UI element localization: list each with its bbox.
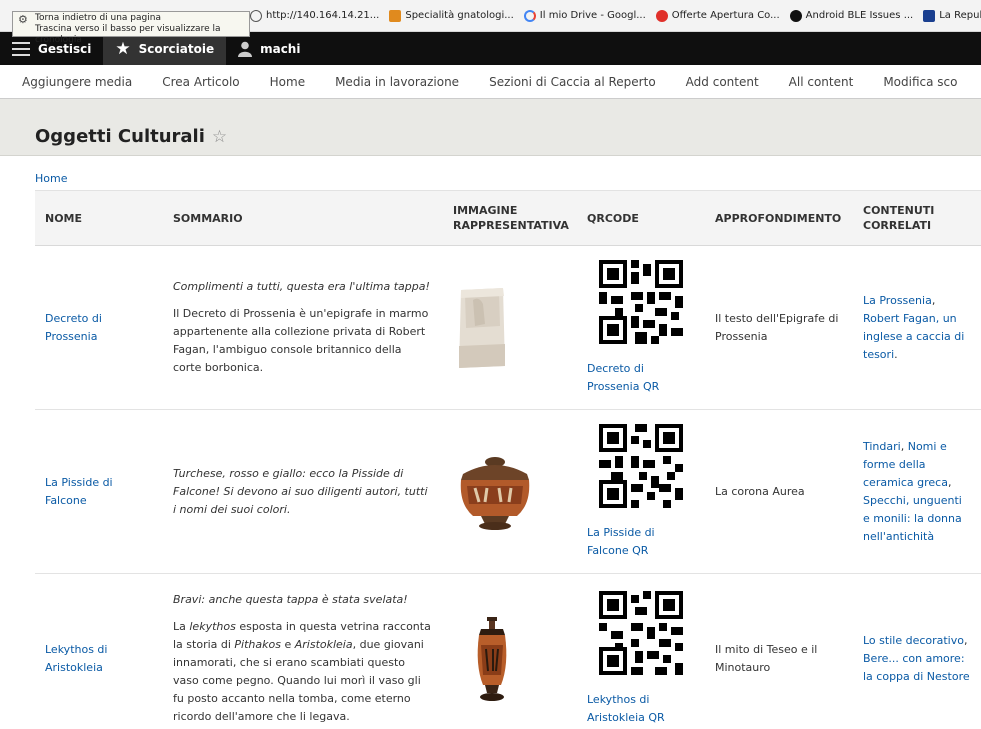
- related-link[interactable]: Lo stile decorativo: [863, 634, 964, 647]
- related-separator: ,: [963, 633, 968, 647]
- page-title-wrap: Oggetti Culturali ☆: [35, 126, 227, 147]
- summary-body: Il Decreto di Prossenia è un'epigrafe in…: [173, 307, 429, 374]
- summary-emphasis: lekythos: [189, 620, 236, 633]
- header-related[interactable]: CONTENUTI CORRELATI: [853, 191, 981, 246]
- details-text: La corona Aurea: [705, 409, 853, 574]
- offer-icon: [655, 9, 668, 22]
- summary-lead: Turchese, rosso e giallo: ecco la Pissid…: [173, 466, 428, 516]
- related-link[interactable]: Specchi, unguenti e monili: la donna nel…: [863, 494, 962, 543]
- shortcut-edit-shortcuts[interactable]: Modifica sco: [868, 75, 972, 89]
- related-cell: Tindari, Nomi e forme della ceramica gre…: [853, 409, 981, 574]
- user-label: machi: [260, 41, 301, 56]
- row-title-link[interactable]: La Pisside di Falcone: [45, 476, 113, 507]
- qr-code-image[interactable]: [599, 423, 683, 508]
- google-icon: [523, 9, 536, 22]
- related-link[interactable]: Tindari: [863, 440, 901, 453]
- bookmark-label: La Repubblica.it - N...: [939, 10, 981, 21]
- page-title: Oggetti Culturali: [35, 126, 205, 147]
- bookmark-label: Offerte Apertura Co...: [671, 10, 780, 21]
- header-related-line2: CORRELATI: [863, 219, 932, 232]
- shortcut-create-article[interactable]: Crea Articolo: [147, 75, 254, 89]
- header-qrcode[interactable]: QRCODE: [577, 191, 705, 246]
- header-name[interactable]: NOME: [35, 191, 163, 246]
- lekythos-thumbnail[interactable]: [467, 615, 517, 703]
- shortcut-all-content[interactable]: All content: [774, 75, 869, 89]
- bookmark-6[interactable]: La Repubblica.it - N...: [923, 9, 981, 22]
- header-details[interactable]: APPROFONDIMENTO: [705, 191, 853, 246]
- shortcut-add-media[interactable]: Aggiungere media: [0, 75, 147, 89]
- header-image[interactable]: IMMAGINE RAPPRESENTATIVA: [443, 191, 577, 246]
- row-title-link[interactable]: Decreto di Prossenia: [45, 312, 102, 343]
- header-summary[interactable]: SOMMARIO: [163, 191, 443, 246]
- bookmark-label: Il mio Drive - Googl...: [539, 10, 646, 21]
- breadcrumb-home[interactable]: Home: [35, 172, 67, 185]
- content-table: NOME SOMMARIO IMMAGINE RAPPRESENTATIVA QR…: [35, 190, 981, 729]
- summary-lead: Complimenti a tutti, questa era l'ultima…: [173, 280, 430, 293]
- qr-link[interactable]: Decreto di Prossenia QR: [587, 360, 695, 396]
- pyxis-thumbnail[interactable]: [455, 452, 535, 532]
- bookmark-1[interactable]: http://140.164.14.21...: [250, 9, 380, 22]
- bookmark-label: Android BLE Issues ...: [805, 10, 914, 21]
- gear-icon: ⚙: [18, 13, 28, 26]
- repubblica-icon: [923, 9, 936, 22]
- summary-emphasis: Pithakos: [234, 638, 281, 651]
- shortcut-hunt-sections[interactable]: Sezioni di Caccia al Reperto: [474, 75, 671, 89]
- tooltip-line-1: Torna indietro di una pagina: [35, 13, 161, 23]
- header-image-line1: IMMAGINE: [453, 204, 518, 217]
- related-separator: ,: [947, 475, 952, 489]
- related-separator: ,: [931, 293, 936, 307]
- github-icon: [789, 9, 802, 22]
- mp-icon: [389, 9, 402, 22]
- related-separator: ,: [900, 439, 908, 453]
- bookmark-3[interactable]: Il mio Drive - Googl...: [523, 9, 646, 22]
- shortcut-media-in-progress[interactable]: Media in lavorazione: [320, 75, 474, 89]
- summary-text: La: [173, 620, 190, 633]
- shortcut-add-content[interactable]: Add content: [671, 75, 774, 89]
- bookmark-label: http://140.164.14.21...: [266, 10, 380, 21]
- related-cell: Lo stile decorativo, Bere... con amore: …: [853, 573, 981, 729]
- summary-body: La lekythos esposta in questa vetrina ra…: [173, 618, 433, 726]
- back-tooltip: ⚙ Torna indietro di una pagina Trascina …: [12, 11, 250, 45]
- summary-text: e: [280, 638, 295, 651]
- qr-code-image[interactable]: [599, 590, 683, 675]
- summary-lead: Bravi: anche questa tappa è stata svelat…: [173, 593, 408, 606]
- table-row: Decreto di Prossenia Complimenti a tutti…: [35, 245, 981, 410]
- tooltip-line-2: Trascina verso il basso per visualizzare…: [35, 24, 221, 45]
- shortcut-home[interactable]: Home: [255, 75, 320, 89]
- shortcuts-tray: Aggiungere media Crea Articolo Home Medi…: [0, 65, 981, 99]
- favorite-star-icon[interactable]: ☆: [212, 127, 227, 147]
- related-link[interactable]: Bere... con amore: la coppa di Nestore: [863, 652, 970, 683]
- bookmark-label: Specialità gnatologi...: [405, 10, 514, 21]
- epigraph-thumbnail[interactable]: [455, 286, 509, 370]
- table-row: La Pisside di Falcone Turchese, rosso e …: [35, 409, 981, 574]
- bookmark-2[interactable]: Specialità gnatologi...: [389, 9, 514, 22]
- details-text: Il mito di Teseo e il Minotauro: [705, 573, 853, 729]
- row-title-link[interactable]: Lekythos di Aristokleia: [45, 643, 107, 674]
- related-cell: La Prossenia, Robert Fagan, un inglese a…: [853, 245, 981, 410]
- related-separator: .: [894, 347, 898, 361]
- bookmark-5[interactable]: Android BLE Issues ...: [789, 9, 914, 22]
- header-image-line2: RAPPRESENTATIVA: [453, 219, 569, 232]
- related-link[interactable]: Robert Fagan, un inglese a caccia di tes…: [863, 312, 964, 361]
- table-row: Lekythos di Aristokleia Bravi: anche que…: [35, 573, 981, 729]
- qr-link[interactable]: Lekythos di Aristokleia QR: [587, 691, 695, 727]
- bookmark-4[interactable]: Offerte Apertura Co...: [655, 9, 780, 22]
- header-related-line1: CONTENUTI: [863, 204, 935, 217]
- details-text: Il testo dell'Epigrafe di Prossenia: [705, 245, 853, 410]
- qr-code-image[interactable]: [599, 259, 683, 344]
- related-link[interactable]: La Prossenia: [863, 294, 932, 307]
- qr-link[interactable]: La Pisside di Falcone QR: [587, 524, 695, 560]
- globe-icon: [250, 9, 262, 22]
- summary-emphasis: Aristokleia: [294, 638, 353, 651]
- hamburger-icon: [12, 41, 30, 56]
- table-header-row: NOME SOMMARIO IMMAGINE RAPPRESENTATIVA QR…: [35, 190, 981, 246]
